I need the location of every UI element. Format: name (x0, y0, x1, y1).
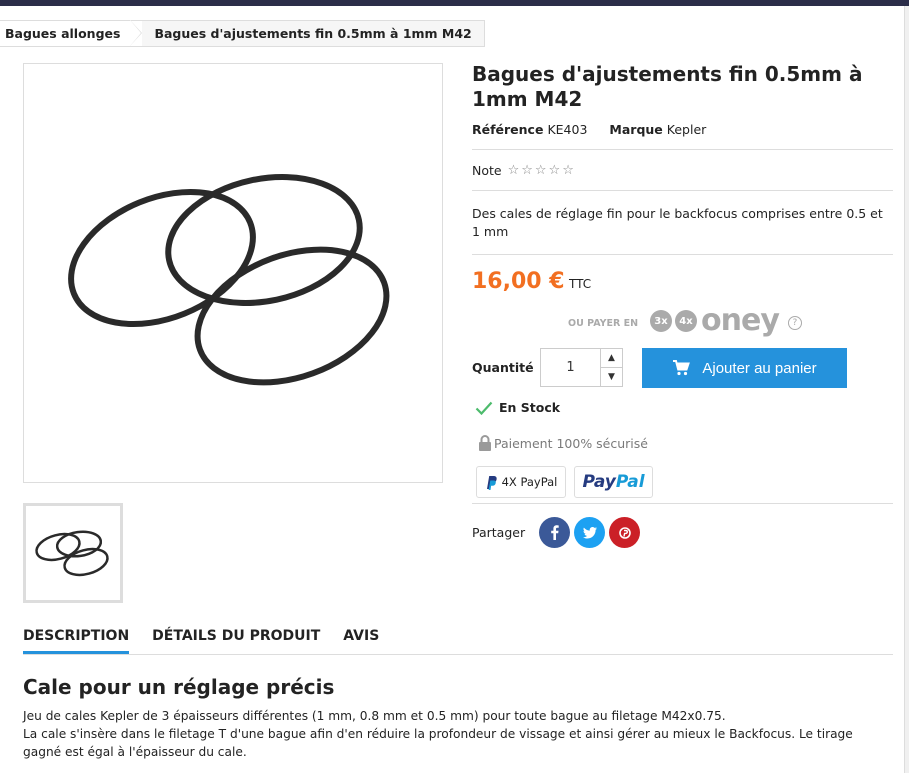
product-reference-line: Référence KE403 Marque Kepler (472, 122, 706, 137)
add-to-cart-button[interactable]: Ajouter au panier (642, 348, 847, 388)
paypal-4x-button[interactable]: 4X PayPal (476, 466, 566, 498)
quantity-buttons: ▲ ▼ (601, 349, 622, 386)
reference-label: Référence (472, 122, 544, 137)
oney-3x-badge: 3x (650, 310, 672, 332)
secure-payment-label: Paiement 100% sécurisé (494, 435, 648, 451)
product-title: Bagues d'ajustements fin 0.5mm à 1mm M42 (472, 62, 863, 111)
description-paragraph: Jeu de cales Kepler de 3 épaisseurs diff… (23, 709, 726, 723)
twitter-share-icon[interactable] (574, 517, 605, 548)
divider (472, 149, 893, 150)
pinterest-icon (618, 526, 631, 539)
tab-product-details[interactable]: DÉTAILS DU PRODUIT (152, 628, 320, 654)
product-main-image[interactable] (23, 63, 443, 483)
stock-label: En Stock (499, 400, 561, 415)
quantity-increase-icon[interactable]: ▲ (601, 349, 622, 368)
scrollbar[interactable] (904, 6, 909, 773)
breadcrumb-item-category[interactable]: Bagues allonges (0, 20, 143, 46)
product-price: 16,00 € (472, 269, 565, 294)
breadcrumb: Bagues allonges Bagues d'ajustements fin… (0, 20, 485, 47)
product-tabs: DESCRIPTION DÉTAILS DU PRODUIT AVIS (23, 628, 893, 655)
paypal-p-icon (486, 475, 497, 490)
paypal-4x-label: 4X PayPal (501, 475, 558, 489)
rating-stars-icon[interactable]: ☆☆☆☆☆ (508, 163, 576, 178)
cart-icon (673, 360, 691, 376)
oney-label: OU PAYER EN (568, 318, 639, 329)
top-bar (0, 0, 909, 6)
quantity-decrease-icon[interactable]: ▼ (601, 368, 622, 386)
divider (472, 254, 893, 255)
product-short-description: Des cales de réglage fin pour le backfoc… (472, 206, 883, 239)
tab-reviews[interactable]: AVIS (343, 628, 379, 654)
oney-4x-badge: 4x (675, 310, 697, 332)
divider (472, 190, 893, 191)
description-title: Cale pour un réglage précis (23, 675, 335, 699)
paypal-logo-pay: Pay (582, 472, 616, 492)
product-rings-image (68, 174, 390, 386)
description-paragraph: La cale s'insère dans le filetage T d'un… (23, 727, 853, 759)
twitter-icon (582, 526, 597, 538)
add-to-cart-label: Ajouter au panier (702, 359, 817, 377)
quantity-stepper: ▲ ▼ (540, 348, 623, 387)
brand: Marque Kepler (609, 122, 706, 137)
rating-label: Note (472, 163, 502, 178)
tab-description[interactable]: DESCRIPTION (23, 628, 130, 654)
quantity-input[interactable] (541, 349, 601, 386)
oney-payment-widget[interactable]: 3x 4x oney ? (650, 306, 802, 336)
check-icon (475, 401, 493, 415)
paypal-logo-pal: Pal (615, 472, 645, 492)
facebook-icon (551, 525, 559, 540)
reference-value: KE403 (547, 122, 588, 137)
oney-logo: oney (701, 303, 780, 338)
stock-status: En Stock (475, 400, 560, 415)
brand-label: Marque (609, 122, 663, 137)
rating: Note ☆☆☆☆☆ (472, 163, 576, 178)
facebook-share-icon[interactable] (539, 517, 570, 548)
description-body: Jeu de cales Kepler de 3 épaisseurs diff… (23, 707, 893, 761)
paypal-button[interactable]: Pay Pal (574, 466, 653, 498)
breadcrumb-item-current: Bagues d'ajustements fin 0.5mm à 1mm M42 (142, 21, 484, 46)
pinterest-share-icon[interactable] (609, 517, 640, 548)
thumbnail-rings-image (35, 530, 109, 577)
share-label: Partager (472, 525, 526, 540)
product-thumbnail[interactable] (23, 503, 123, 603)
secure-payment: Paiement 100% sécurisé (478, 435, 648, 451)
help-icon[interactable]: ? (787, 316, 802, 330)
brand-value: Kepler (666, 122, 707, 137)
tax-label: TTC (569, 277, 592, 291)
divider (472, 503, 893, 504)
reference: Référence KE403 (472, 122, 587, 137)
quantity-label: Quantité (472, 360, 534, 375)
lock-icon (479, 435, 491, 451)
